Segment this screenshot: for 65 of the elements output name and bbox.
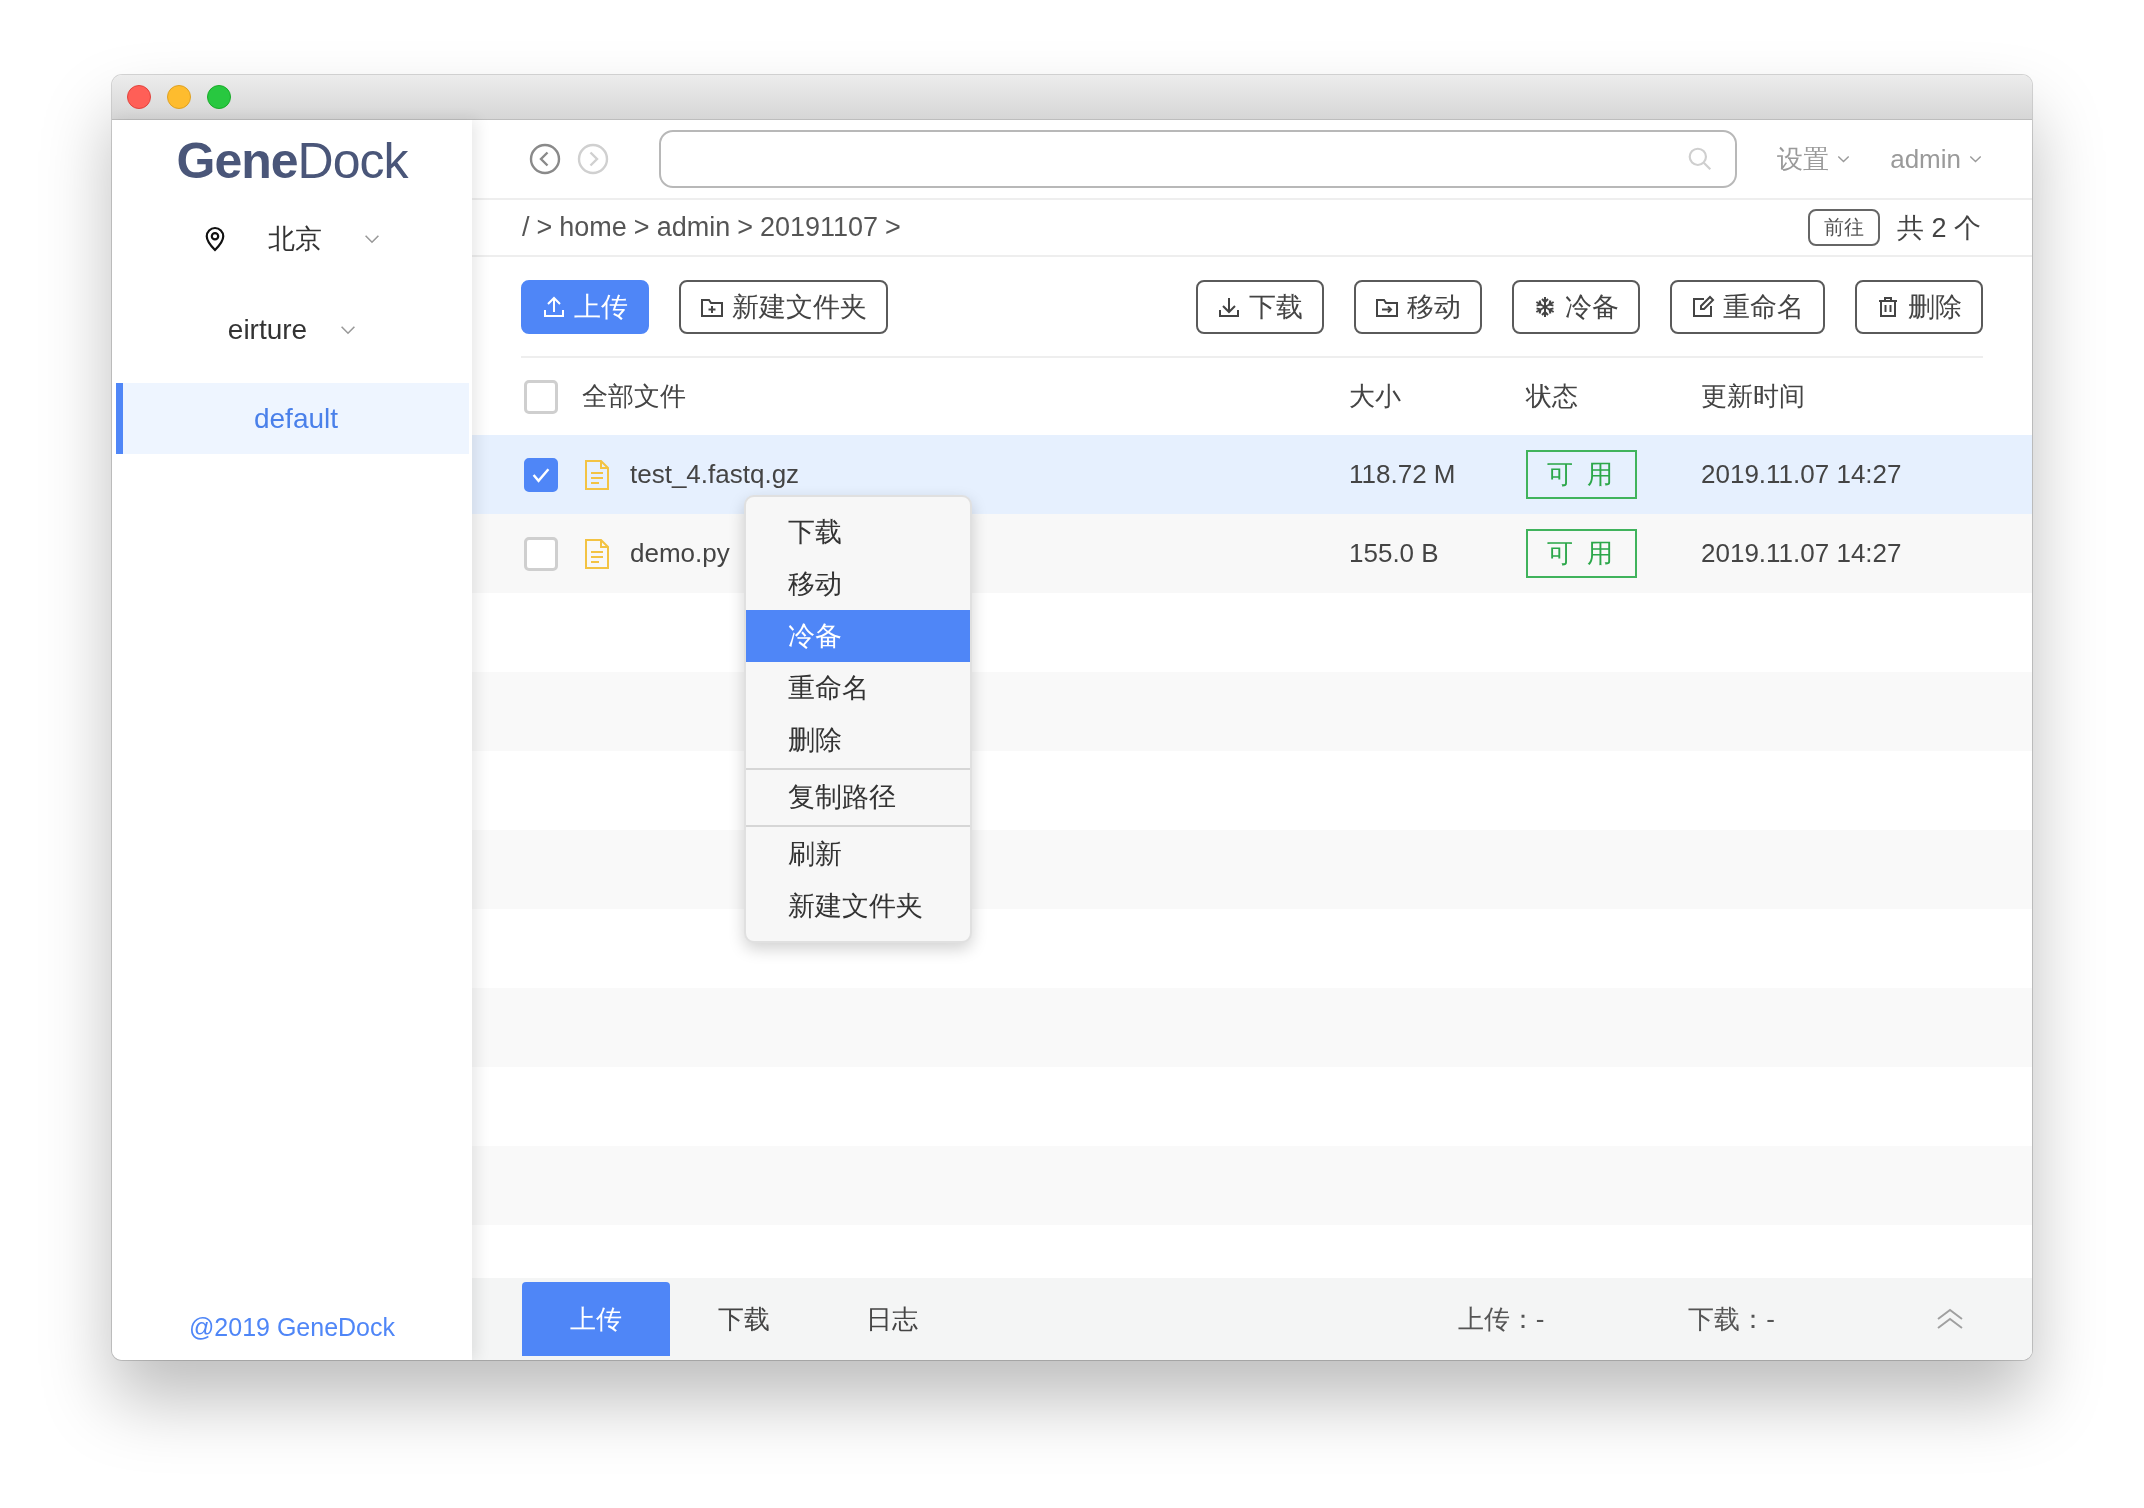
updated-time: 2019.11.07 14:27 (1701, 538, 1902, 568)
select-all-checkbox[interactable] (524, 379, 558, 414)
snowflake-icon (1533, 295, 1557, 319)
breadcrumb-separator: > (737, 212, 753, 243)
delete-button[interactable]: 删除 (1855, 280, 1983, 334)
breadcrumb-separator: > (536, 212, 553, 243)
breadcrumb-separator: > (633, 212, 650, 243)
menu-item[interactable]: 重命名 (746, 662, 970, 714)
trash-icon (1876, 295, 1900, 319)
download-status: 下载：- (1688, 1302, 1775, 1336)
breadcrumb-link[interactable]: home (559, 212, 627, 243)
status-badge: 可 用 (1526, 450, 1637, 499)
row-checkbox[interactable] (524, 536, 558, 571)
breadcrumb-link[interactable]: admin (656, 212, 731, 243)
transfer-tab[interactable]: 日志 (818, 1282, 966, 1356)
file-name[interactable]: test_4.fastq.gz (630, 459, 800, 490)
breadcrumb-link[interactable]: 20191107 (759, 212, 879, 243)
search-field[interactable] (659, 130, 1738, 188)
close-icon[interactable] (127, 85, 151, 109)
document-icon (583, 537, 611, 570)
rename-button[interactable]: 重命名 (1670, 280, 1825, 334)
transfer-tab[interactable]: 下载 (670, 1282, 818, 1356)
copyright-text: @2019 GeneDock (188, 1312, 396, 1343)
double-chevron-up-icon[interactable] (1935, 1307, 1965, 1331)
download-button[interactable]: 下载 (1196, 280, 1324, 334)
new-folder-button[interactable]: 新建文件夹 (679, 280, 888, 334)
move-button[interactable]: 移动 (1354, 280, 1482, 334)
breadcrumb-separator: > (885, 212, 901, 243)
menu-item[interactable]: 移动 (746, 558, 970, 610)
file-name[interactable]: demo.py (630, 538, 730, 569)
back-icon[interactable] (529, 143, 561, 175)
updated-time: 2019.11.07 14:27 (1701, 459, 1902, 489)
upload-status: 上传：- (1457, 1302, 1545, 1336)
edit-icon (1691, 295, 1715, 319)
search-icon[interactable] (1687, 146, 1714, 172)
menu-item[interactable]: 刷新 (746, 828, 970, 880)
chevron-down-icon (364, 234, 380, 244)
download-icon (1217, 295, 1241, 319)
status-badge: 可 用 (1526, 529, 1637, 578)
column-header: 大小 (1349, 381, 1401, 411)
breadcrumb-link[interactable]: / (522, 212, 530, 243)
item-count: 共 2 个 (1896, 211, 1981, 245)
row-checkbox[interactable] (524, 457, 558, 492)
location-pin-icon (204, 226, 226, 252)
document-icon (583, 458, 611, 491)
file-size: 118.72 M (1349, 459, 1456, 489)
upload-icon (542, 295, 566, 319)
region-dropdown[interactable]: 北京 (204, 214, 380, 264)
menu-item[interactable]: 删除 (746, 714, 970, 766)
logo: GeneDock (176, 133, 408, 189)
column-header: 全部文件 (582, 380, 686, 413)
zoom-icon[interactable] (207, 85, 231, 109)
cold-backup-button[interactable]: 冷备 (1512, 280, 1640, 334)
menu-item[interactable]: 下载 (746, 506, 970, 558)
menu-item[interactable]: 复制路径 (746, 771, 970, 823)
chevron-down-icon (1837, 155, 1851, 163)
chevron-down-icon (1969, 155, 1982, 163)
chevron-down-icon (340, 325, 357, 335)
account-dropdown[interactable]: eirture (227, 305, 357, 355)
go-button[interactable]: 前往 (1807, 209, 1880, 246)
column-header: 状态 (1526, 381, 1578, 411)
file-size: 155.0 B (1349, 538, 1439, 568)
menu-item[interactable]: 新建文件夹 (746, 880, 970, 932)
minimize-icon[interactable] (167, 85, 191, 109)
column-header: 更新时间 (1701, 381, 1805, 411)
